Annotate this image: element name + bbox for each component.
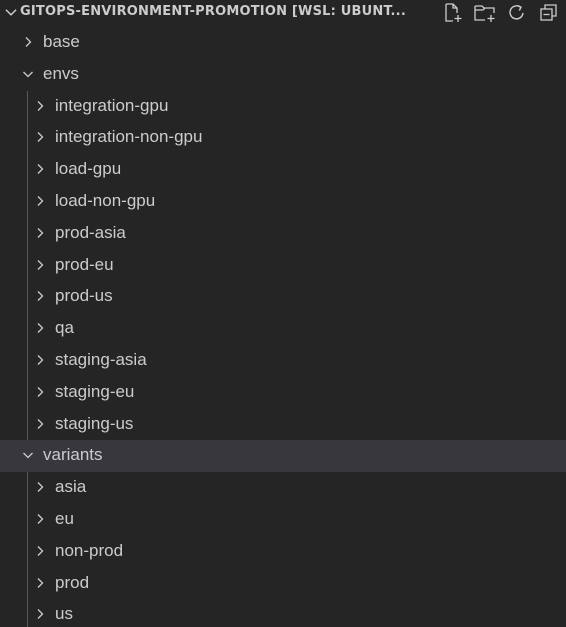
folder-label: us (55, 604, 73, 624)
folder-label: prod-asia (55, 222, 126, 242)
folder-label: qa (55, 318, 74, 338)
folder-label: non-prod (55, 540, 124, 560)
envs-children: integration-gpu integration-non-gpu load… (0, 90, 566, 441)
folder-item[interactable]: prod-eu (0, 250, 566, 282)
chevron-right-icon (37, 132, 44, 143)
chevron-right-icon (37, 323, 44, 334)
refresh-icon[interactable] (504, 1, 530, 25)
chevron-right-icon (37, 259, 44, 270)
folder-variants[interactable]: variants (0, 440, 566, 473)
folder-label: prod-us (55, 286, 113, 306)
chevron-right-icon (37, 418, 44, 429)
chevron-right-icon (37, 482, 44, 493)
chevron-right-icon (37, 291, 44, 302)
folder-item[interactable]: integration-non-gpu (0, 122, 566, 154)
folder-label: variants (43, 445, 103, 465)
chevron-down-icon (23, 452, 33, 459)
folder-label: envs (43, 63, 79, 83)
file-tree: base envs integration-gpu integration-no… (0, 27, 566, 627)
header-actions (440, 0, 562, 26)
new-folder-icon[interactable] (472, 1, 498, 25)
folder-label: staging-asia (55, 349, 147, 369)
folder-label: load-non-gpu (55, 190, 156, 210)
folder-item[interactable]: prod-asia (0, 218, 566, 250)
collapse-all-icon[interactable] (536, 1, 562, 25)
chevron-down-icon (23, 71, 33, 78)
explorer-header[interactable]: GITOPS-ENVIRONMENT-PROMOTION [WSL: UBUNT… (0, 0, 566, 26)
chevron-right-icon (37, 545, 44, 556)
folder-item[interactable]: staging-us (0, 409, 566, 441)
folder-item[interactable]: non-prod (0, 536, 566, 568)
chevron-right-icon (37, 577, 44, 588)
chevron-right-icon (37, 386, 44, 397)
variants-children: asia eu non-prod prod us (0, 472, 566, 627)
folder-item[interactable]: qa (0, 313, 566, 345)
folder-label: integration-gpu (55, 95, 169, 115)
folder-label: staging-eu (55, 381, 135, 401)
chevron-right-icon (37, 196, 44, 206)
folder-label: staging-us (55, 413, 134, 433)
folder-item[interactable]: load-gpu (0, 154, 566, 186)
folder-item[interactable]: staging-asia (0, 345, 566, 377)
folder-item[interactable]: prod (0, 568, 566, 600)
chevron-down-icon[interactable] (2, 3, 20, 21)
folder-label: prod (55, 572, 90, 592)
folder-label: base (43, 32, 80, 51)
folder-item[interactable]: us (0, 599, 566, 627)
chevron-right-icon (37, 227, 44, 238)
folder-item[interactable]: integration-gpu (0, 91, 566, 123)
chevron-right-icon (37, 100, 44, 111)
folder-label: load-gpu (55, 159, 122, 179)
chevron-right-icon (37, 164, 44, 175)
folder-label: integration-non-gpu (55, 127, 203, 147)
folder-item[interactable]: prod-us (0, 281, 566, 313)
chevron-right-icon (37, 609, 44, 620)
folder-label: prod-eu (55, 254, 114, 274)
folder-envs[interactable]: envs (0, 59, 566, 91)
explorer-panel: GITOPS-ENVIRONMENT-PROMOTION [WSL: UBUNT… (0, 0, 566, 627)
folder-base[interactable]: base (0, 27, 566, 59)
folder-item[interactable]: load-non-gpu (0, 186, 566, 218)
folder-label: eu (55, 508, 74, 528)
chevron-right-icon (25, 37, 32, 47)
chevron-right-icon (37, 355, 44, 365)
folder-label: asia (55, 477, 87, 497)
folder-item[interactable]: eu (0, 504, 566, 536)
folder-item[interactable]: staging-eu (0, 377, 566, 409)
workspace-title: GITOPS-ENVIRONMENT-PROMOTION [WSL: UBUNT… (20, 4, 406, 19)
folder-item[interactable]: asia (0, 472, 566, 504)
chevron-right-icon (37, 513, 44, 524)
new-file-icon[interactable] (440, 1, 466, 25)
